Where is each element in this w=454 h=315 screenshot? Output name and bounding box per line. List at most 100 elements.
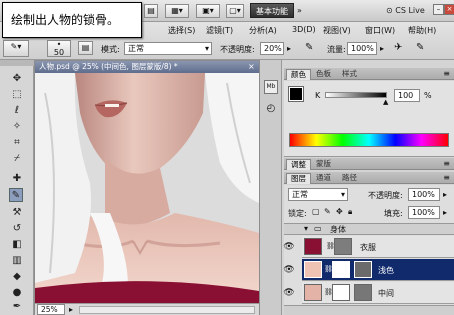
k-slider[interactable] [325, 92, 387, 98]
quick-select-tool-icon[interactable]: ✧ [10, 120, 24, 134]
menu-select[interactable]: 选择(S) [168, 25, 195, 36]
layer-row[interactable]: 👁︎ ⛓ 浅色 [283, 259, 454, 281]
toolbox-grip[interactable] [0, 60, 34, 66]
menu-help[interactable]: 帮助(H) [408, 25, 436, 36]
foreground-color-swatch[interactable] [288, 86, 304, 102]
arrange-documents-button[interactable]: ▣▾ [196, 4, 220, 18]
eraser-tool-icon[interactable]: ◧ [10, 238, 24, 252]
zoom-level-button[interactable]: ▦▾ [165, 4, 189, 18]
tool-preset-picker[interactable]: ✎▾ [3, 40, 29, 57]
pressure-opacity-icon[interactable]: ✎ [305, 42, 313, 53]
layer-row[interactable]: 👁︎ ⛓ 衣服 [283, 236, 454, 258]
menu-view[interactable]: 视图(V) [323, 25, 351, 36]
status-arrow-icon[interactable]: ▸ [69, 305, 73, 314]
flow-field[interactable]: 100% [347, 42, 377, 55]
clip-mask-thumbnail[interactable] [354, 284, 372, 301]
layer-opacity-field[interactable]: 100% [408, 188, 440, 201]
menu-3d[interactable]: 3D(D) [292, 25, 316, 34]
canvas-artwork[interactable] [35, 73, 259, 303]
blur-tool-icon[interactable]: ◆ [10, 270, 24, 284]
cs-live-button[interactable]: ⊙ CS Live [386, 4, 430, 18]
mini-bridge-icon[interactable]: Mb [264, 80, 278, 94]
healing-brush-tool-icon[interactable]: ✚ [10, 172, 24, 186]
tab-styles[interactable]: 样式 [338, 69, 361, 80]
layer-mask-thumbnail[interactable] [334, 238, 352, 255]
layer-opacity-value: 100% [412, 190, 435, 199]
history-icon[interactable]: ◴ [264, 102, 278, 116]
flow-dropdown-icon[interactable]: ▸ [380, 44, 384, 53]
clip-mask-thumbnail[interactable] [354, 261, 372, 278]
portrait-illustration [35, 73, 259, 303]
layer-name: 中间 [378, 289, 394, 298]
brush-panel-toggle[interactable]: ▤ [78, 41, 93, 55]
airbrush-icon[interactable]: ✈ [394, 42, 402, 53]
visibility-eye-icon[interactable]: 👁︎ [280, 259, 298, 281]
mode-select[interactable]: 正常 ▾ [124, 42, 212, 55]
layers-panel-menu-icon[interactable]: ≡ [443, 173, 450, 182]
brush-preset-picker[interactable]: • 50 [47, 40, 71, 57]
lock-position-icon[interactable]: ✥ [336, 207, 343, 216]
menu-window[interactable]: 窗口(W) [365, 25, 395, 36]
move-tool-icon[interactable]: ✥ [10, 72, 24, 86]
fill-field[interactable]: 100% [408, 206, 440, 219]
flow-value: 100% [351, 44, 374, 53]
menu-filter[interactable]: 滤镜(T) [206, 25, 233, 36]
tab-masks[interactable]: 蒙版 [312, 159, 335, 170]
k-channel-label: K [315, 91, 321, 100]
minimize-icon[interactable]: – [433, 4, 444, 15]
adjustments-panel-tabs: 调整 蒙版 ≡ [284, 158, 454, 170]
k-slider-thumb-icon[interactable]: ▲ [383, 98, 388, 106]
panel-menu-icon[interactable]: ≡ [443, 69, 450, 78]
adjust-panel-menu-icon[interactable]: ≡ [443, 159, 450, 168]
visibility-eye-icon[interactable]: 👁︎ [280, 236, 298, 258]
group-name: 身体 [330, 225, 346, 234]
opacity-dropdown-icon[interactable]: ▸ [287, 44, 291, 53]
gradient-tool-icon[interactable]: ▥ [10, 254, 24, 268]
workspace-button[interactable]: 基本功能 [250, 3, 294, 18]
visibility-eye-icon[interactable]: 👁︎ [280, 282, 298, 304]
clone-stamp-tool-icon[interactable]: ⚒ [10, 206, 24, 220]
zoom-field[interactable]: 25% [37, 304, 65, 315]
lock-transparency-icon[interactable]: ▢ [312, 207, 320, 216]
tab-layers[interactable]: 图层 [286, 173, 311, 184]
lasso-tool-icon[interactable]: ℓ [10, 104, 24, 118]
eyedropper-tool-icon[interactable]: ⌿ [10, 152, 24, 166]
pen-tool-icon[interactable]: ✒ [10, 300, 24, 314]
document-tab[interactable]: 人物.psd @ 25% (中间色, 图层蒙版/8) * [35, 61, 259, 73]
document-close-icon[interactable]: × [248, 62, 255, 71]
brush-tool-icon[interactable]: ✎ [9, 188, 23, 202]
lock-all-icon[interactable]: 🔒︎ [348, 207, 352, 217]
pressure-size-icon[interactable]: ✎ [416, 42, 424, 53]
flow-label: 流量: [327, 45, 346, 54]
view-extras-button[interactable]: ▤ [144, 4, 158, 18]
dodge-tool-icon[interactable]: ● [10, 286, 24, 300]
k-unit-label: % [424, 91, 432, 100]
tab-adjustments[interactable]: 调整 [286, 159, 311, 170]
screen-mode-button[interactable]: ▢▾ [226, 4, 244, 18]
close-icon[interactable]: × [444, 4, 454, 15]
layer-name: 浅色 [378, 266, 394, 275]
layer-mask-thumbnail[interactable] [332, 284, 350, 301]
layer-opacity-arrow-icon[interactable]: ▸ [443, 190, 447, 199]
workspace-dropdown-arrow-icon[interactable]: » [297, 6, 302, 15]
tab-paths[interactable]: 路径 [338, 173, 361, 184]
horizontal-scrollbar[interactable] [79, 306, 255, 314]
layer-mask-thumbnail[interactable] [332, 261, 350, 278]
k-value-field[interactable]: 100 [394, 89, 420, 102]
group-expand-icon[interactable]: ▾ [304, 224, 308, 233]
tab-channels[interactable]: 通道 [312, 173, 335, 184]
history-brush-tool-icon[interactable]: ↺ [10, 222, 24, 236]
layer-row[interactable]: 👁︎ ⛓ 中间 [283, 282, 454, 304]
fill-arrow-icon[interactable]: ▸ [443, 208, 447, 217]
layer-group-row[interactable]: ▾ ▭ 身体 [284, 223, 454, 235]
blend-mode-select[interactable]: 正常 ▾ [288, 188, 348, 201]
lock-image-icon[interactable]: ✎ [324, 207, 331, 216]
opacity-field[interactable]: 20% [260, 42, 284, 55]
tab-swatches[interactable]: 色板 [312, 69, 335, 80]
layer-opacity-label: 不透明度: [368, 191, 403, 200]
spectrum-bar[interactable] [289, 133, 449, 147]
tab-color[interactable]: 颜色 [286, 69, 311, 80]
crop-tool-icon[interactable]: ⌗ [10, 136, 24, 150]
menu-analysis[interactable]: 分析(A) [249, 25, 277, 36]
marquee-tool-icon[interactable]: ⬚ [10, 88, 24, 102]
